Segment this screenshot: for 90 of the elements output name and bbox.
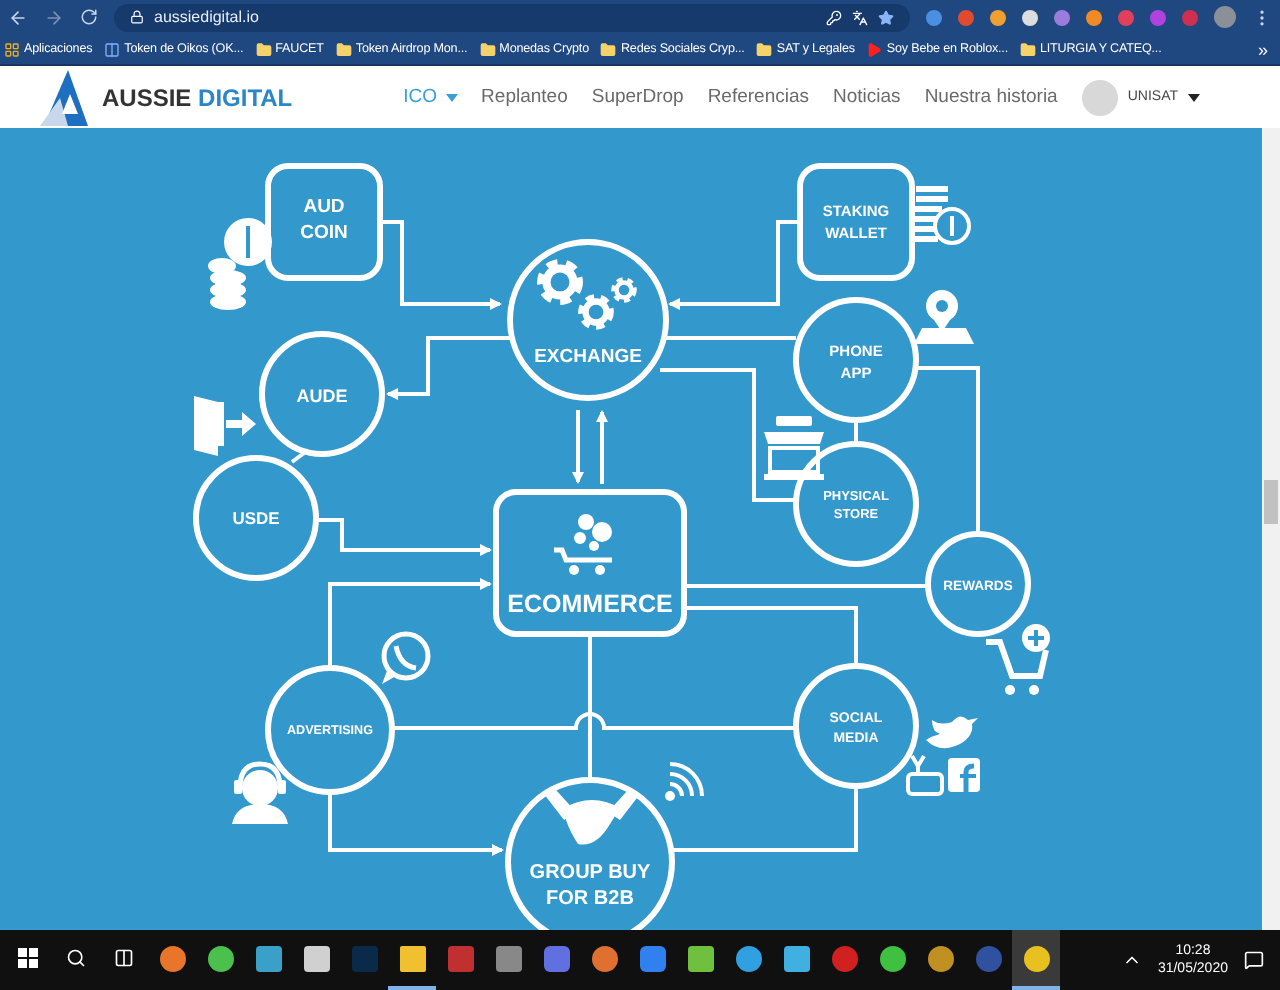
connector-line [660, 368, 796, 502]
connector-arrow [380, 220, 502, 310]
connector-arrow [668, 220, 800, 310]
app-icon [927, 945, 953, 971]
cart-plus-icon [986, 624, 1050, 695]
app-icon [687, 945, 713, 971]
more-bookmarks[interactable]: » [1257, 39, 1276, 59]
bird-icon [926, 716, 978, 749]
bookmark-star-icon[interactable] [878, 9, 894, 25]
node-circle [793, 297, 919, 423]
play-icon [866, 41, 883, 57]
connector-line [290, 448, 310, 464]
app-icon [975, 945, 1001, 971]
node-label: AUD COIN [300, 196, 348, 244]
scrollbar-thumb[interactable] [1264, 480, 1278, 524]
node-label: USDE [232, 508, 280, 528]
coins-icon [208, 218, 272, 310]
app-icon [1023, 945, 1049, 971]
task-view-icon [114, 948, 134, 968]
nav-link[interactable]: SuperDrop [591, 86, 684, 108]
app-icon [879, 945, 905, 971]
app-icon [639, 945, 665, 971]
chat-bubble-icon [381, 631, 431, 684]
wifi-icon [665, 762, 704, 801]
forward-icon[interactable] [44, 7, 64, 27]
app-icon [591, 945, 617, 971]
connector-arrow [386, 336, 512, 400]
map-pin-icon [914, 290, 974, 344]
translate-icon[interactable] [852, 9, 868, 25]
node-circle [193, 455, 319, 581]
page-icon [104, 41, 121, 57]
profile-avatar[interactable] [1214, 6, 1236, 28]
node-label: EXCHANGE [534, 346, 642, 368]
node-box [797, 163, 915, 281]
node-circle [793, 441, 919, 567]
nav-link[interactable]: Nuestra historia [924, 86, 1058, 108]
app-icon [495, 945, 521, 971]
app-icon [159, 945, 185, 971]
folder-icon [756, 41, 773, 57]
app-icon [831, 945, 857, 971]
nav-link[interactable]: Replanteo [481, 86, 568, 108]
coin-stack-icon [910, 186, 971, 245]
app-icon [735, 945, 761, 971]
windows-icon [18, 948, 38, 968]
app-icon [303, 945, 329, 971]
lock-icon [130, 10, 144, 24]
headset-person-icon [232, 761, 288, 824]
social-logo-icon [948, 758, 980, 792]
door-exit-icon [194, 396, 256, 456]
app-icon [447, 945, 473, 971]
apps-icon [4, 41, 20, 57]
url-text: aussiedigital.io [154, 8, 261, 26]
shop-icon [764, 416, 824, 480]
search-icon [66, 948, 86, 968]
address-field[interactable]: aussiedigital.io [114, 3, 910, 31]
node-circle [265, 665, 395, 795]
node-label: GROUP BUY FOR B2B [529, 862, 651, 910]
folder-icon [479, 41, 496, 57]
nav-link[interactable]: Referencias [707, 86, 810, 108]
taskbar-app[interactable] [1012, 930, 1060, 990]
back-icon[interactable] [8, 7, 28, 27]
node-label: AUDE [296, 386, 348, 406]
scrollbar[interactable] [1262, 128, 1280, 930]
node-circle [259, 331, 385, 457]
caret-icon[interactable] [1188, 93, 1200, 101]
node-label: ECOMMERCE [507, 590, 673, 618]
app-icon [783, 945, 809, 971]
app-icon [399, 945, 425, 971]
connector-arrow [572, 410, 584, 484]
connector-line [854, 420, 858, 444]
folder-icon [1019, 41, 1036, 57]
notification-icon[interactable] [1244, 950, 1264, 970]
key-icon[interactable] [826, 9, 842, 25]
app-icon [351, 945, 377, 971]
node-circle [793, 663, 919, 789]
app-icon [543, 945, 569, 971]
folder-icon [335, 41, 352, 57]
nav-link[interactable]: Noticias [833, 86, 901, 108]
node-circle [925, 531, 1031, 637]
app-icon [207, 945, 233, 971]
reload-icon[interactable] [80, 8, 98, 26]
connector-line [664, 336, 796, 340]
folder-icon [600, 41, 617, 57]
connector-arrow [596, 410, 608, 484]
logo-text: AUSSIE DIGITAL [102, 83, 293, 111]
shopping-cart-icon [554, 514, 612, 575]
node-box [265, 163, 383, 281]
app-icon [255, 945, 281, 971]
gears-icon [537, 259, 637, 330]
folder-icon [255, 41, 272, 57]
